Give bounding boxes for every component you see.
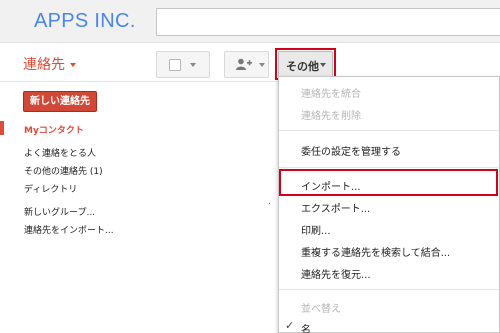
menu-divider (279, 289, 499, 290)
more-actions-menu: 連絡先を統合 連絡先を削除 委任の設定を管理する インポート... エクスポート… (278, 76, 500, 333)
sidebar-item-frequent[interactable]: よく連絡をとる人 (24, 146, 96, 159)
menu-item-delete: 連絡先を削除 (301, 111, 361, 122)
sidebar-item-new-group[interactable]: 新しいグループ... (24, 205, 95, 218)
menu-divider (279, 130, 499, 131)
app-title[interactable]: 連絡先 (23, 54, 76, 74)
menu-item-restore[interactable]: 連絡先を復元... (301, 266, 371, 281)
select-button[interactable] (156, 51, 210, 78)
sidebar-item-directory[interactable]: ディレクトリ (24, 182, 77, 195)
background-fragment: . (268, 197, 271, 207)
app-title-label: 連絡先 (23, 57, 65, 73)
new-contact-button[interactable]: 新しい連絡先 (23, 91, 97, 112)
menu-item-export[interactable]: エクスポート... (301, 200, 370, 215)
active-nav-marker (0, 121, 4, 135)
add-person-icon (236, 58, 252, 70)
chevron-down-icon (259, 63, 265, 67)
menu-item-print[interactable]: 印刷... (301, 222, 331, 237)
search-input[interactable] (156, 8, 500, 36)
top-bar: APPS INC. (0, 0, 500, 43)
sidebar-item-other-contacts[interactable]: その他の連絡先 (1) (24, 164, 103, 177)
chevron-down-icon (190, 63, 196, 67)
sidebar-item-my-contacts[interactable]: Myコンタクト (24, 123, 84, 136)
import-item-highlight (279, 169, 498, 196)
menu-heading-sort: 並べ替え (301, 304, 341, 315)
menu-item-find-duplicates[interactable]: 重複する連絡先を検索して結合... (301, 244, 450, 259)
menu-item-delegation[interactable]: 委任の設定を管理する (301, 143, 401, 158)
company-logo[interactable]: APPS INC. (34, 10, 136, 33)
checkbox-icon (169, 59, 181, 71)
menu-divider (279, 167, 499, 168)
checkmark-icon: ✓ (285, 319, 295, 332)
chevron-down-icon (70, 63, 76, 67)
add-to-group-button[interactable] (224, 51, 269, 78)
sidebar-item-import-contacts[interactable]: 連絡先をインポート... (24, 223, 114, 236)
menu-item-sort-first-name[interactable]: 名 (301, 321, 311, 333)
menu-item-merge: 連絡先を統合 (301, 89, 361, 100)
